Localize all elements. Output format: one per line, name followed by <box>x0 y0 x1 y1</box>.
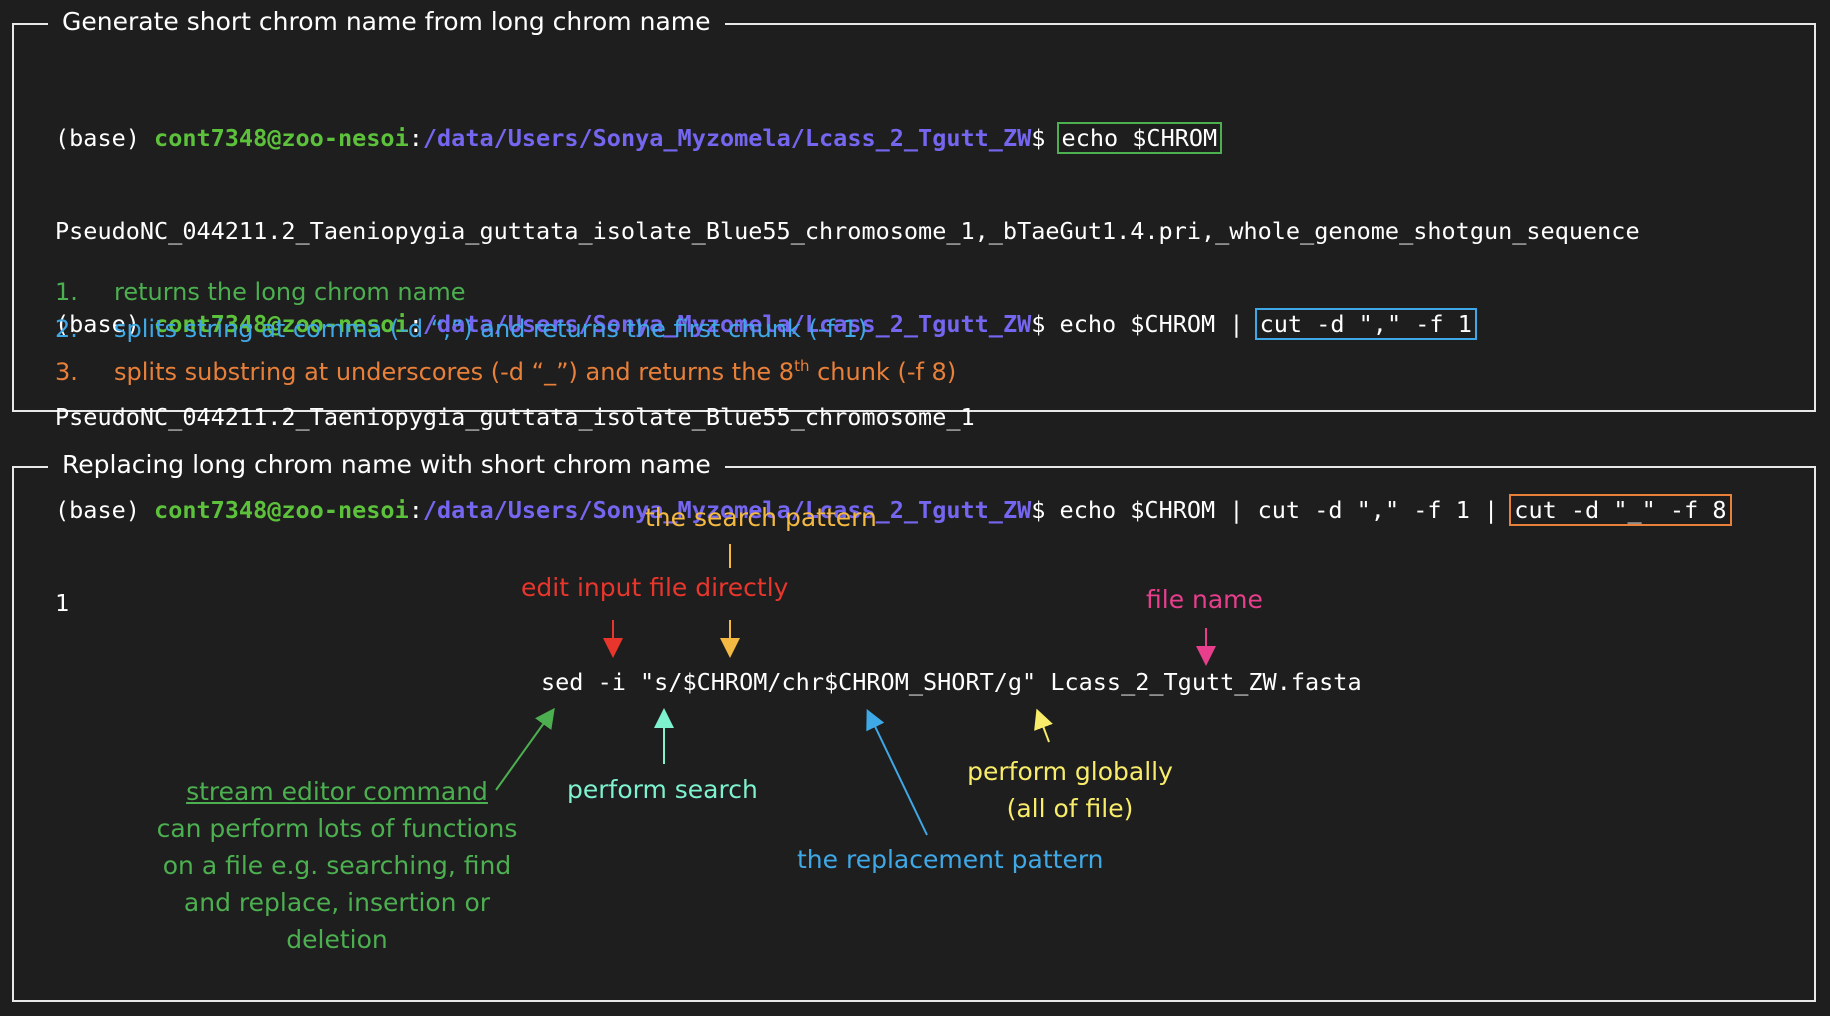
arrow-stream-editor <box>495 707 555 791</box>
arrow-replacement <box>866 708 928 836</box>
annotation-arrows <box>495 544 1216 836</box>
arrow-globally <box>1034 708 1053 743</box>
